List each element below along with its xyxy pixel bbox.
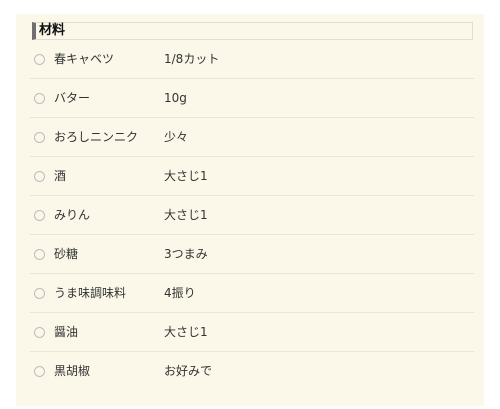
checkbox-circle[interactable] <box>34 327 45 338</box>
checkbox-circle[interactable] <box>34 366 45 377</box>
ingredient-list: 春キャベツ 1/8カット バター 10g おろしニンニク 少々 酒 大さじ1 み… <box>16 40 484 391</box>
ingredient-name: 春キャベツ <box>54 52 115 66</box>
heading-text: 材料 <box>39 23 66 38</box>
ingredient-row: 春キャベツ 1/8カット <box>30 40 474 79</box>
ingredient-name: みりん <box>54 208 91 222</box>
ingredients-heading: 材料 <box>32 22 473 40</box>
ingredient-row: うま味調味料 4振り <box>30 274 474 313</box>
ingredient-name: 黒胡椒 <box>54 364 91 378</box>
ingredient-name: 酒 <box>54 169 67 183</box>
ingredient-amount: お好みで <box>164 364 213 378</box>
checkbox-circle[interactable] <box>34 93 45 104</box>
checkbox-circle[interactable] <box>34 54 45 65</box>
ingredient-amount: 4振り <box>164 286 196 300</box>
ingredient-row: 醤油 大さじ1 <box>30 313 474 352</box>
checkbox-circle[interactable] <box>34 132 45 143</box>
ingredient-row: おろしニンニク 少々 <box>30 118 474 157</box>
checkbox-circle[interactable] <box>34 249 45 260</box>
checkbox-circle[interactable] <box>34 210 45 221</box>
ingredient-name: バター <box>54 91 91 105</box>
ingredient-amount: 大さじ1 <box>164 208 208 222</box>
ingredient-amount: 3つまみ <box>164 247 208 261</box>
ingredient-row: 砂糖 3つまみ <box>30 235 474 274</box>
ingredient-row: みりん 大さじ1 <box>30 196 474 235</box>
ingredient-amount: 少々 <box>164 130 189 144</box>
checkbox-circle[interactable] <box>34 288 45 299</box>
ingredient-name: 醤油 <box>54 325 79 339</box>
ingredient-name: うま味調味料 <box>54 286 127 300</box>
ingredients-card: 材料 春キャベツ 1/8カット バター 10g おろしニンニク 少々 酒 大さじ… <box>16 14 484 406</box>
ingredient-row: 黒胡椒 お好みで <box>30 352 474 391</box>
ingredient-row: 酒 大さじ1 <box>30 157 474 196</box>
ingredient-name: おろしニンニク <box>54 130 139 144</box>
checkbox-circle[interactable] <box>34 171 45 182</box>
ingredient-amount: 1/8カット <box>164 52 220 66</box>
ingredient-name: 砂糖 <box>54 247 79 261</box>
ingredient-row: バター 10g <box>30 79 474 118</box>
ingredient-amount: 大さじ1 <box>164 169 208 183</box>
ingredient-amount: 大さじ1 <box>164 325 208 339</box>
ingredient-amount: 10g <box>164 91 187 105</box>
